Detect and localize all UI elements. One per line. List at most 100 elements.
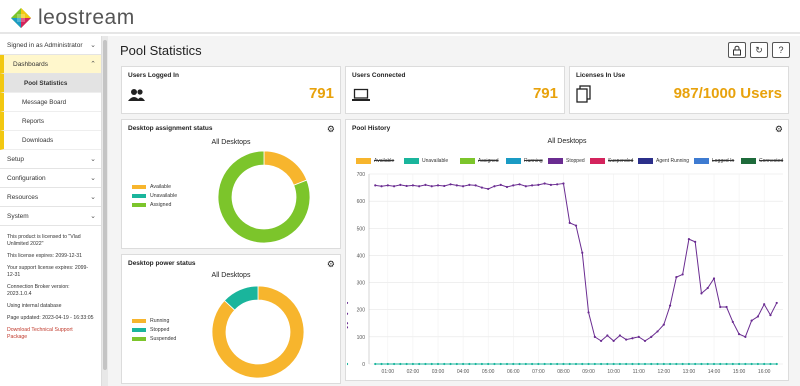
data-point-unavailable[interactable]	[392, 362, 396, 366]
data-point-stopped[interactable]	[593, 335, 596, 338]
data-point-unavailable[interactable]	[737, 362, 741, 366]
data-point-stopped[interactable]	[719, 305, 722, 309]
data-point-stopped[interactable]	[449, 183, 452, 186]
sidebar-item-downloads[interactable]: Downloads	[0, 131, 101, 150]
data-point-unavailable[interactable]	[719, 362, 722, 366]
data-point-stopped[interactable]	[493, 185, 496, 188]
legend-item[interactable]: Running	[506, 158, 543, 164]
data-point-stopped[interactable]	[681, 273, 684, 276]
legend-item[interactable]: Agent Running	[638, 158, 689, 164]
data-point-stopped[interactable]	[606, 334, 609, 337]
data-point-unavailable[interactable]	[562, 362, 565, 366]
data-point-unavailable[interactable]	[530, 362, 534, 366]
data-point-unavailable[interactable]	[625, 362, 628, 366]
data-point-stopped[interactable]	[618, 334, 622, 337]
data-point-unavailable[interactable]	[618, 362, 622, 366]
data-point-unavailable[interactable]	[775, 362, 778, 366]
sidebar-item-setup[interactable]: Setup ⌄	[0, 150, 101, 169]
data-point-stopped[interactable]	[392, 185, 396, 188]
data-point-stopped[interactable]	[612, 339, 615, 343]
data-point-unavailable[interactable]	[694, 362, 697, 366]
data-point-stopped[interactable]	[731, 320, 734, 324]
legend-item[interactable]: Assigned	[460, 158, 499, 164]
data-point-unavailable[interactable]	[606, 362, 609, 366]
data-point-stopped[interactable]	[750, 319, 753, 322]
data-point-unavailable[interactable]	[543, 362, 546, 366]
data-point-unavailable[interactable]	[487, 362, 490, 366]
data-point-unavailable[interactable]	[750, 362, 753, 366]
data-point-stopped[interactable]	[737, 333, 741, 336]
data-point-unavailable[interactable]	[374, 362, 377, 366]
gear-icon[interactable]: ⚙	[327, 259, 335, 270]
data-point-stopped[interactable]	[775, 301, 778, 305]
data-point-unavailable[interactable]	[461, 362, 465, 366]
data-point-stopped[interactable]	[675, 276, 678, 279]
data-point-unavailable[interactable]	[662, 362, 665, 366]
data-point-stopped[interactable]	[347, 322, 349, 325]
data-point-unavailable[interactable]	[763, 362, 766, 366]
data-point-unavailable[interactable]	[505, 362, 509, 366]
gear-icon[interactable]: ⚙	[775, 124, 783, 135]
data-point-unavailable[interactable]	[556, 362, 559, 366]
data-point-stopped[interactable]	[744, 335, 747, 338]
legend-item[interactable]: Logged In	[694, 158, 734, 164]
sidebar-item-pool-statistics[interactable]: Pool Statistics	[0, 74, 101, 93]
data-point-unavailable[interactable]	[568, 362, 571, 366]
legend-item[interactable]: Stopped	[132, 327, 169, 333]
data-point-stopped[interactable]	[725, 305, 728, 309]
lock-button[interactable]	[728, 42, 746, 58]
donut-slice-available[interactable]	[263, 150, 308, 186]
sidebar-item-dashboards[interactable]: Dashboards ⌃	[0, 55, 101, 74]
data-point-unavailable[interactable]	[593, 362, 596, 366]
data-point-unavailable[interactable]	[643, 362, 647, 366]
data-point-unavailable[interactable]	[631, 362, 634, 366]
data-point-unavailable[interactable]	[347, 362, 349, 366]
data-point-stopped[interactable]	[763, 303, 766, 306]
data-point-stopped[interactable]	[694, 240, 697, 243]
data-point-stopped[interactable]	[424, 183, 427, 186]
data-point-unavailable[interactable]	[599, 362, 603, 366]
data-point-unavailable[interactable]	[769, 362, 772, 366]
data-point-stopped[interactable]	[712, 277, 716, 280]
sidebar-signed-in[interactable]: Signed in as Administrator ⌄	[0, 36, 101, 55]
download-support-link[interactable]: Download Technical Support Package	[7, 327, 94, 341]
data-point-stopped[interactable]	[455, 184, 458, 187]
data-point-unavailable[interactable]	[537, 362, 540, 366]
sidebar-item-system[interactable]: System ⌄	[0, 207, 101, 226]
data-point-stopped[interactable]	[380, 185, 383, 188]
data-point-stopped[interactable]	[668, 304, 672, 307]
legend-item[interactable]: Available	[356, 158, 394, 164]
data-point-unavailable[interactable]	[480, 362, 484, 366]
data-point-unavailable[interactable]	[712, 362, 716, 366]
legend-item[interactable]: Stopped	[548, 158, 585, 164]
data-point-stopped[interactable]	[543, 182, 546, 185]
data-point-stopped[interactable]	[418, 185, 421, 188]
data-point-unavailable[interactable]	[468, 362, 471, 366]
data-point-unavailable[interactable]	[587, 362, 590, 366]
data-point-stopped[interactable]	[405, 184, 408, 188]
legend-item[interactable]: Suspended	[132, 336, 176, 342]
data-point-stopped[interactable]	[599, 339, 603, 343]
data-point-unavailable[interactable]	[430, 362, 433, 366]
data-point-stopped[interactable]	[650, 335, 653, 338]
data-point-stopped[interactable]	[347, 301, 349, 305]
data-point-unavailable[interactable]	[681, 362, 684, 366]
data-point-stopped[interactable]	[687, 238, 691, 241]
series-line-stopped[interactable]	[375, 182, 778, 342]
help-button[interactable]: ?	[772, 42, 790, 58]
data-point-unavailable[interactable]	[512, 362, 515, 366]
data-point-stopped[interactable]	[347, 312, 349, 315]
data-point-unavailable[interactable]	[436, 362, 440, 366]
data-point-unavailable[interactable]	[399, 362, 402, 366]
data-point-unavailable[interactable]	[731, 362, 734, 366]
sidebar-scroll-thumb[interactable]	[103, 40, 107, 370]
data-point-unavailable[interactable]	[405, 362, 408, 366]
data-point-unavailable[interactable]	[524, 362, 527, 366]
data-point-stopped[interactable]	[487, 187, 490, 191]
sidebar-item-configuration[interactable]: Configuration ⌄	[0, 169, 101, 188]
data-point-stopped[interactable]	[537, 183, 540, 186]
data-point-stopped[interactable]	[562, 182, 565, 185]
data-point-stopped[interactable]	[631, 337, 634, 340]
legend-item[interactable]: Assigned	[132, 202, 171, 208]
data-point-stopped[interactable]	[756, 315, 760, 318]
